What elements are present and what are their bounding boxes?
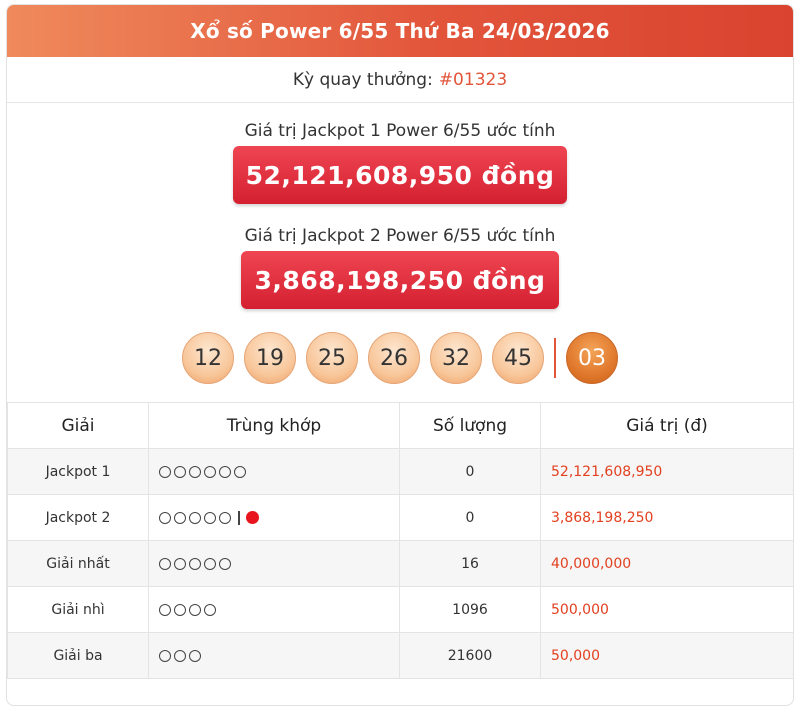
- page-title: Xổ số Power 6/55 Thứ Ba 24/03/2026: [190, 19, 610, 43]
- table-row: Giải ba 21600 50,000: [7, 632, 793, 679]
- prize-value: 50,000: [540, 632, 793, 679]
- prize-name: Giải ba: [7, 632, 149, 679]
- number-ball: 12: [182, 332, 234, 384]
- prize-quantity: 21600: [399, 632, 541, 679]
- circle-outline-icon: [174, 465, 186, 478]
- prize-value: 500,000: [540, 586, 793, 633]
- prize-table: Giải Trùng khớp Số lượng Giá trị (đ) Jac…: [7, 402, 793, 679]
- circle-outline-icon: [174, 557, 186, 570]
- circle-outline-icon: [159, 465, 171, 478]
- circle-outline-icon: [189, 465, 201, 478]
- column-header-prize: Giải: [7, 402, 149, 449]
- number-ball: 32: [430, 332, 482, 384]
- match-pattern: [148, 494, 400, 541]
- results-card: Xổ số Power 6/55 Thứ Ba 24/03/2026 Kỳ qu…: [6, 4, 794, 706]
- circle-outline-icon: [174, 649, 186, 662]
- prize-name: Jackpot 2: [7, 494, 149, 541]
- table-row: Giải nhất 16 40,000,000: [7, 540, 793, 587]
- circle-outline-icon: [204, 603, 216, 616]
- circle-outline-icon: [204, 557, 216, 570]
- circle-outline-icon: [204, 511, 216, 524]
- prize-quantity: 0: [399, 448, 541, 495]
- circle-outline-icon: [189, 649, 201, 662]
- prize-value: 40,000,000: [540, 540, 793, 587]
- circle-outline-icon: [159, 603, 171, 616]
- jackpot1-value: 52,121,608,950 đồng: [233, 146, 567, 204]
- prize-name: Giải nhì: [7, 586, 149, 633]
- number-ball: 25: [306, 332, 358, 384]
- table-row: Giải nhì 1096 500,000: [7, 586, 793, 633]
- column-header-quantity: Số lượng: [399, 402, 541, 449]
- table-row: Jackpot 1 0 52,121,608,950: [7, 448, 793, 495]
- winning-numbers: 12 19 25 26 32 45 03: [7, 331, 793, 385]
- circle-outline-icon: [189, 603, 201, 616]
- table-row: Jackpot 2 0 3,868,198,250: [7, 494, 793, 541]
- circle-outline-icon: [174, 603, 186, 616]
- jackpot1-block: Giá trị Jackpot 1 Power 6/55 ước tính 52…: [7, 121, 793, 204]
- match-pattern: [148, 586, 400, 633]
- jackpot2-value: 3,868,198,250 đồng: [241, 251, 559, 309]
- prize-quantity: 16: [399, 540, 541, 587]
- red-dot-icon: [245, 511, 259, 524]
- circle-outline-icon: [219, 557, 231, 570]
- draw-label: Kỳ quay thưởng:: [292, 69, 433, 90]
- match-pattern: [148, 632, 400, 679]
- prize-name: Giải nhất: [7, 540, 149, 587]
- number-ball: 19: [244, 332, 296, 384]
- column-header-value: Giá trị (đ): [540, 402, 793, 449]
- results-header: Xổ số Power 6/55 Thứ Ba 24/03/2026: [7, 5, 793, 57]
- match-pattern: [148, 540, 400, 587]
- circle-outline-icon: [234, 465, 246, 478]
- number-ball: 26: [368, 332, 420, 384]
- circle-outline-icon: [174, 511, 186, 524]
- number-ball: 45: [492, 332, 544, 384]
- jackpot2-block: Giá trị Jackpot 2 Power 6/55 ước tính 3,…: [7, 226, 793, 309]
- prize-value: 3,868,198,250: [540, 494, 793, 541]
- prize-quantity: 0: [399, 494, 541, 541]
- circle-outline-icon: [159, 649, 171, 662]
- prize-quantity: 1096: [399, 586, 541, 633]
- match-pattern: [148, 448, 400, 495]
- circle-outline-icon: [219, 465, 231, 478]
- circle-outline-icon: [159, 557, 171, 570]
- circle-outline-icon: [159, 511, 171, 524]
- column-header-match: Trùng khớp: [148, 402, 400, 449]
- circle-outline-icon: [204, 465, 216, 478]
- draw-info: Kỳ quay thưởng: #01323: [7, 57, 793, 103]
- power-separator-bar: [238, 510, 240, 525]
- circle-outline-icon: [219, 511, 231, 524]
- power-separator: [554, 338, 556, 378]
- draw-number: #01323: [438, 69, 508, 90]
- circle-outline-icon: [189, 557, 201, 570]
- prize-value: 52,121,608,950: [540, 448, 793, 495]
- jackpot1-label: Giá trị Jackpot 1 Power 6/55 ước tính: [244, 121, 556, 141]
- power-ball: 03: [566, 332, 618, 384]
- prize-name: Jackpot 1: [7, 448, 149, 495]
- table-header-row: Giải Trùng khớp Số lượng Giá trị (đ): [7, 402, 793, 449]
- jackpot2-label: Giá trị Jackpot 2 Power 6/55 ước tính: [244, 226, 556, 246]
- circle-outline-icon: [189, 511, 201, 524]
